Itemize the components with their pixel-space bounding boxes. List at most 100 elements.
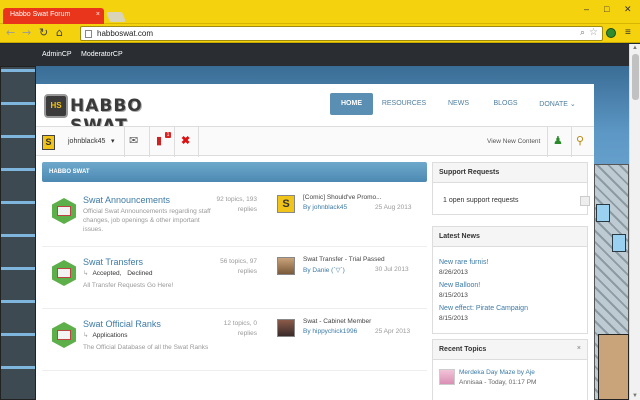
forum-description: All Transfer Requests Go Here! (83, 282, 174, 289)
news-item-title[interactable]: New rare furnis! (439, 259, 488, 266)
add-friend-icon[interactable]: ♟ (553, 135, 563, 148)
logout-icon[interactable]: ✖ (181, 135, 190, 148)
last-post-date: 30 Jul 2013 (375, 266, 409, 273)
last-post-author[interactable]: By hippychick1996 (303, 328, 357, 335)
last-post-title[interactable]: Swat Transfer - Trial Passed (303, 256, 385, 263)
forum-icon (52, 322, 76, 348)
recent-topic-title[interactable]: Merdeka Day Maze by Aje (459, 369, 535, 376)
forum-replies-label: replies (237, 206, 257, 213)
chevron-down-icon[interactable]: ▾ (111, 137, 115, 145)
last-post-avatar[interactable]: S (277, 195, 295, 213)
inbox-icon[interactable]: ✉ (129, 135, 138, 148)
nav-home[interactable]: HOME (330, 93, 373, 115)
last-post-avatar[interactable] (277, 257, 295, 275)
forum-stats: 92 topics, 193 replies (202, 195, 257, 215)
close-window-icon[interactable]: ✕ (624, 4, 632, 15)
site-logo[interactable]: HS HABBO SWAT (44, 94, 196, 136)
recent-topic-meta: Annisaa - Today, 01:17 PM (459, 379, 537, 386)
scrollbar-thumb[interactable] (632, 54, 639, 100)
page-icon (85, 30, 92, 38)
browser-tab[interactable]: Habbo Swat Forum × (3, 8, 104, 24)
last-post-date: 25 Aug 2013 (375, 204, 412, 211)
admin-bar: AdminCP ModeratorCP (0, 44, 629, 66)
support-requests-link[interactable]: 1 open support requests (443, 197, 519, 204)
background-building-left (0, 66, 36, 400)
nav-news[interactable]: NEWS (441, 93, 476, 115)
recent-topic-avatar[interactable] (439, 369, 455, 385)
notification-count-badge: 1 (165, 132, 171, 138)
search-icon[interactable]: ⚲ (576, 135, 584, 148)
last-post-title[interactable]: Swat - Cabinet Member (303, 318, 371, 325)
minimize-icon[interactable]: – (584, 4, 589, 14)
forum-topics-count: 92 topics, 193 (216, 196, 257, 203)
close-icon[interactable]: × (577, 345, 581, 352)
latest-news-panel: Latest News New rare furnis! 8/26/2013 N… (432, 226, 588, 334)
panel-title: Recent Topics (433, 340, 587, 360)
new-tab-button[interactable] (106, 12, 126, 22)
recent-topics-panel: Recent Topics × Merdeka Day Maze by Aje … (432, 339, 588, 400)
background-window (612, 234, 626, 252)
forum-description: Official Swat Announcements regarding st… (83, 208, 211, 233)
scroll-down-icon[interactable]: ▼ (632, 393, 638, 399)
back-icon[interactable]: ← (6, 27, 15, 39)
username-link[interactable]: johnblack45 (68, 138, 105, 145)
nav-resources[interactable]: RESOURCES (379, 93, 429, 115)
last-post-title[interactable]: [Comic] Should've Promo... (303, 194, 382, 201)
maximize-icon[interactable]: □ (604, 4, 609, 14)
forum-row: Swat Transfers ↳ Accepted, Declined All T… (42, 249, 427, 309)
page-scrollbar[interactable]: ▲ ▼ (629, 44, 640, 400)
forum-container: HS HABBO SWAT HOME RESOURCES NEWS BLOGS … (36, 84, 594, 400)
divider (547, 127, 548, 157)
view-new-content-link[interactable]: View New Content (487, 138, 540, 145)
zoom-icon[interactable]: ⌕ (580, 27, 585, 38)
forum-topics-count: 12 topics, 0 (223, 320, 257, 327)
reload-icon[interactable]: ↻ (39, 27, 48, 39)
background-building-brick (598, 334, 629, 400)
divider (174, 127, 175, 157)
bookmark-star-icon[interactable]: ☆ (589, 27, 598, 38)
support-requests-panel: Support Requests 1 open support requests (432, 162, 588, 215)
tab-close-icon[interactable]: × (96, 11, 100, 18)
url-text[interactable]: habboswat.com (97, 29, 153, 38)
forum-replies-label: replies (237, 268, 257, 275)
user-avatar[interactable]: S (42, 135, 55, 150)
forum-topics-count: 56 topics, 97 (220, 258, 257, 265)
nav-blogs[interactable]: BLOGS (488, 93, 523, 115)
forum-title[interactable]: Swat Announcements (83, 195, 170, 205)
subforum-link[interactable]: Applications (92, 332, 127, 339)
subforum-list: ↳ Applications (83, 331, 128, 339)
nav-donate[interactable]: DONATE ⌄ (535, 93, 580, 115)
panel-title: Latest News (433, 227, 587, 247)
last-post-date: 25 Apr 2013 (375, 328, 411, 335)
subforum-arrow-icon: ↳ (83, 270, 89, 277)
forward-icon[interactable]: → (22, 27, 31, 39)
address-bar[interactable]: habboswat.com ⌕ ☆ (80, 26, 603, 41)
extension-icon[interactable] (606, 28, 616, 38)
subforum-list: ↳ Accepted, Declined (83, 269, 152, 277)
menu-icon[interactable]: ≡ (625, 27, 631, 38)
subforum-link[interactable]: Declined (127, 270, 152, 277)
home-icon[interactable]: ⌂ (56, 27, 63, 39)
forum-title[interactable]: Swat Transfers (83, 257, 143, 267)
browser-titlebar: Habbo Swat Forum × – □ ✕ (0, 0, 640, 24)
scroll-up-icon[interactable]: ▲ (632, 45, 638, 51)
last-post-author[interactable]: By Danie (`▽´) (303, 266, 345, 274)
news-item-title[interactable]: New Balloon! (439, 282, 480, 289)
divider (124, 127, 125, 157)
last-post-avatar[interactable] (277, 319, 295, 337)
notifications-icon[interactable]: ▮ (156, 135, 162, 148)
divider (149, 127, 150, 157)
subforum-link[interactable]: Accepted, (92, 270, 121, 277)
admincp-link[interactable]: AdminCP (42, 51, 72, 58)
forum-title[interactable]: Swat Official Ranks (83, 319, 161, 329)
category-header[interactable]: HABBO SWAT (42, 162, 427, 182)
moderatorcp-link[interactable]: ModeratorCP (81, 51, 123, 58)
news-item-date: 8/15/2013 (439, 292, 468, 299)
divider (198, 127, 199, 157)
news-item-title[interactable]: New effect: Pirate Campaign (439, 305, 528, 312)
last-post-author[interactable]: By johnblack45 (303, 204, 347, 211)
background-window (596, 204, 610, 222)
forum-stats: 56 topics, 97 replies (202, 257, 257, 277)
forum-row: Swat Official Ranks ↳ Applications The Of… (42, 311, 427, 371)
scroll-indicator[interactable] (580, 196, 590, 206)
